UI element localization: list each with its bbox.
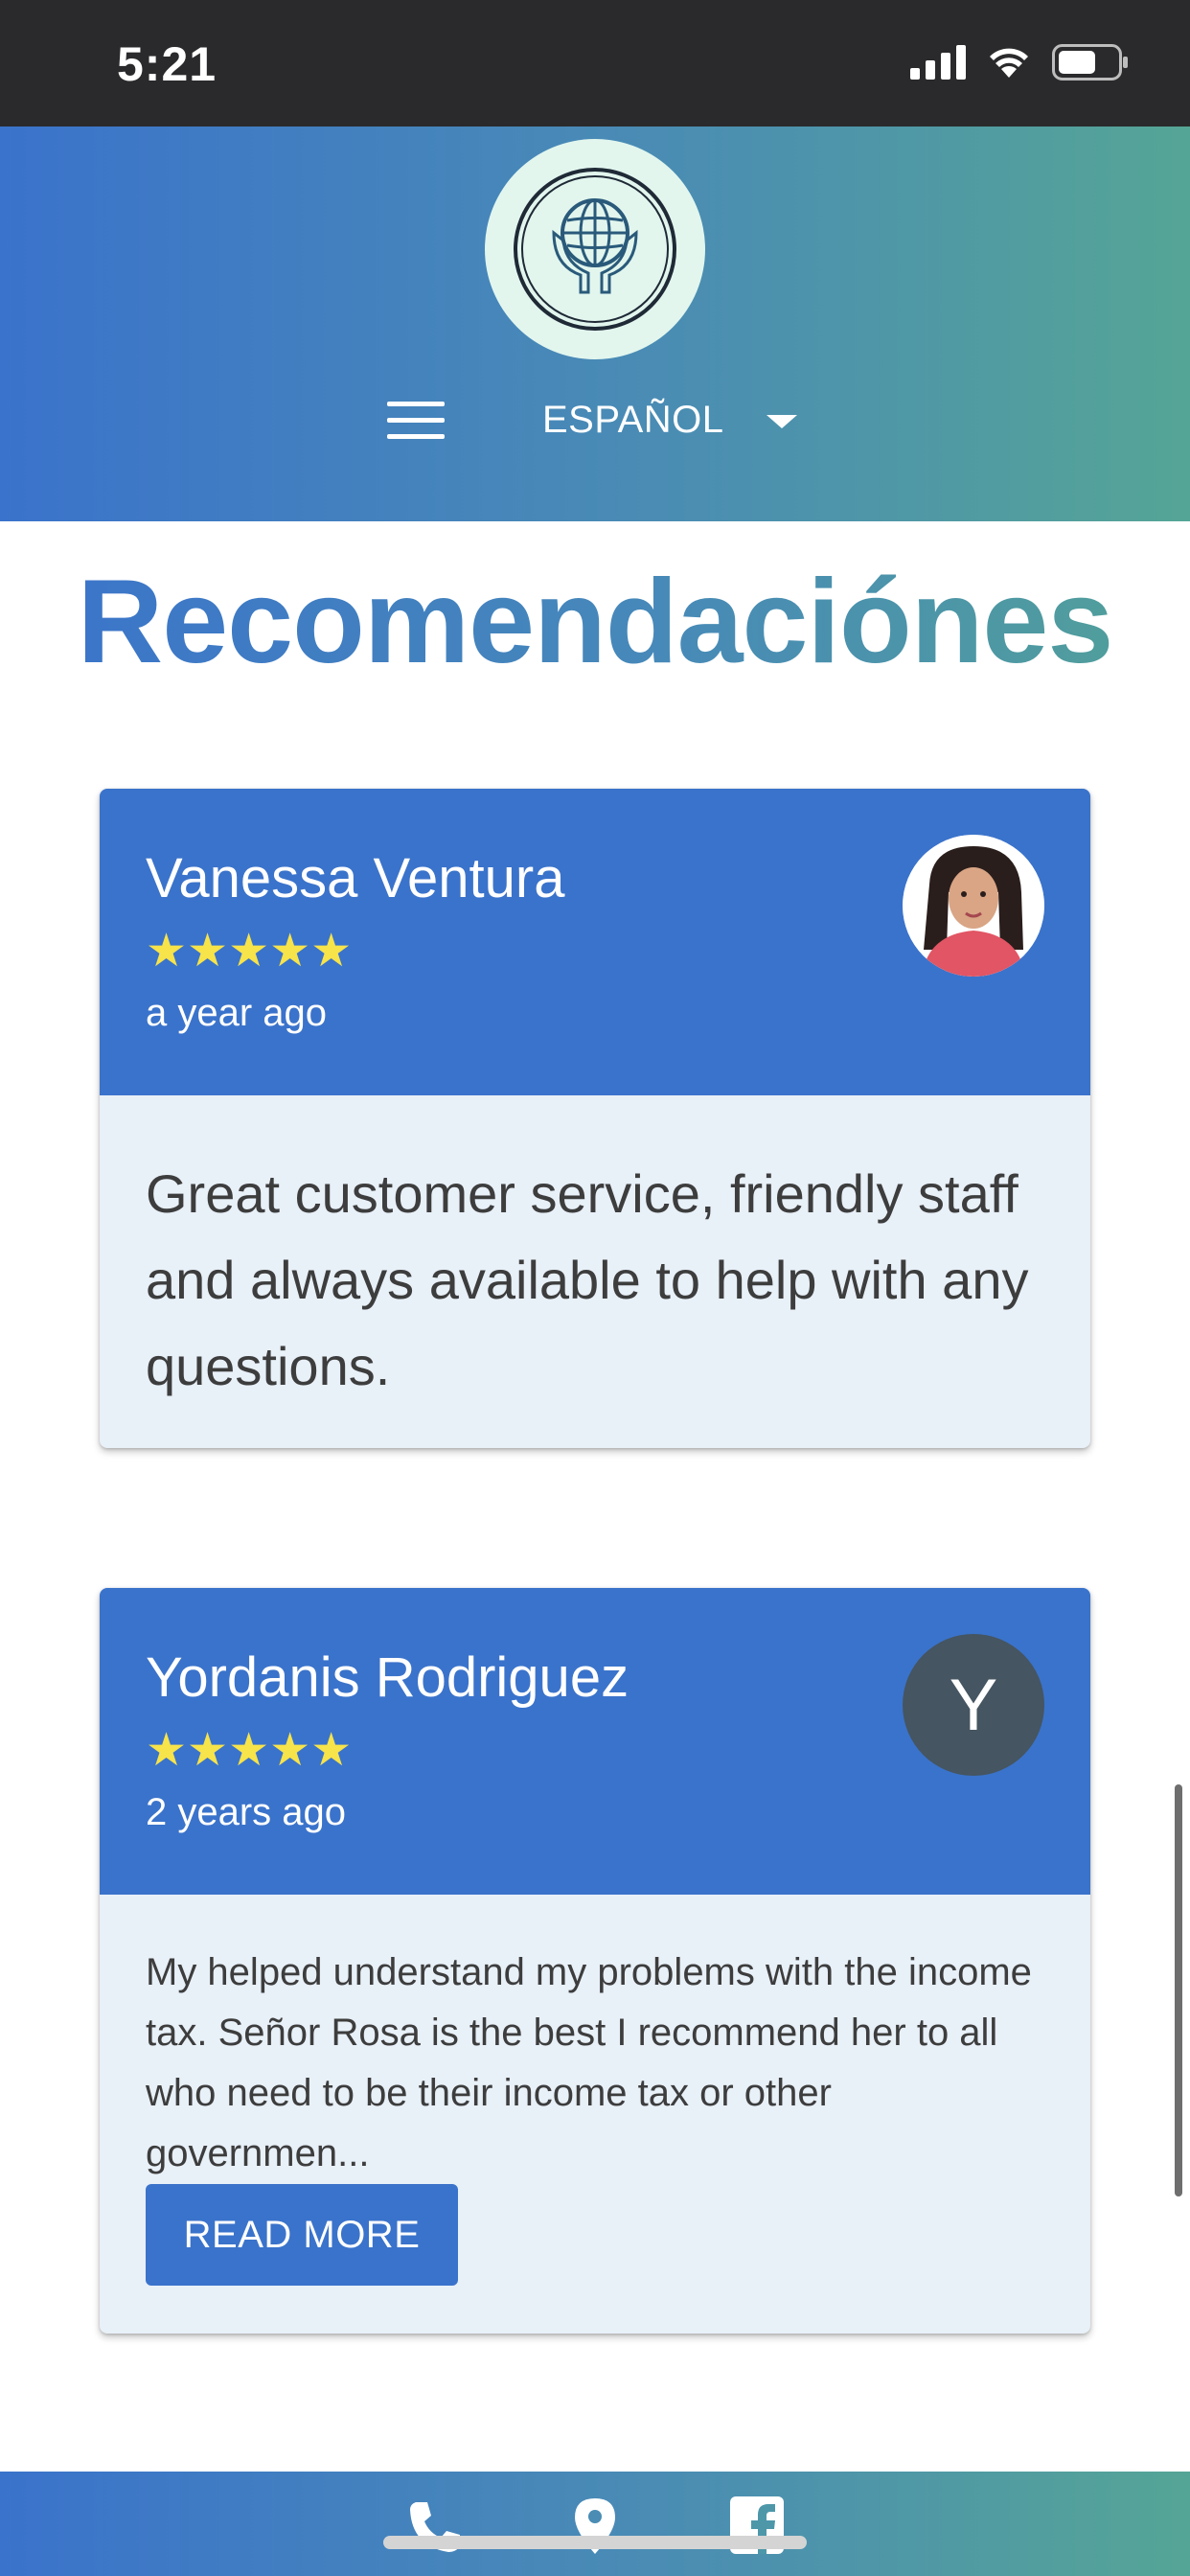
review-date: 2 years ago	[146, 1791, 347, 1833]
review-card: Vanessa Ventura ★★★★★ a year ago Great c…	[100, 789, 1090, 1448]
review-date: a year ago	[146, 992, 328, 1034]
wifi-icon	[990, 48, 1028, 78]
home-indicator[interactable]	[383, 2536, 807, 2549]
logo[interactable]	[485, 139, 705, 359]
star-rating: ★★★★★	[146, 1725, 353, 1776]
review-card: Yordanis Rodriguez ★★★★★ 2 years ago Y M…	[100, 1588, 1090, 2334]
caret-down-icon	[766, 415, 797, 428]
star-rating: ★★★★★	[146, 926, 353, 977]
read-more-button[interactable]: READ MORE	[146, 2184, 458, 2286]
language-label: ESPAÑOL	[542, 398, 724, 441]
review-text: My helped understand my problems with th…	[146, 1951, 1032, 2174]
review-card-header: Yordanis Rodriguez ★★★★★ 2 years ago Y	[100, 1588, 1090, 1895]
review-text: Great customer service, friendly staff a…	[146, 1163, 1029, 1396]
scrollbar[interactable]	[1175, 1784, 1182, 2196]
reviewer-name: Yordanis Rodriguez	[146, 1646, 629, 1709]
status-icons	[910, 44, 1129, 80]
review-card-header: Vanessa Ventura ★★★★★ a year ago	[100, 789, 1090, 1095]
globe-hands-logo-icon	[514, 168, 676, 331]
avatar: Y	[903, 1634, 1044, 1776]
bottom-contact-bar	[0, 2472, 1190, 2576]
site-header: ESPAÑOL	[0, 126, 1190, 521]
status-bar: 5:21	[0, 0, 1190, 126]
language-selector[interactable]: ESPAÑOL	[542, 391, 797, 448]
page-title: Recomendaciónes	[0, 554, 1190, 690]
reviewer-name: Vanessa Ventura	[146, 847, 565, 909]
signal-icon	[910, 45, 966, 80]
avatar	[903, 835, 1044, 977]
profile-photo	[903, 835, 1044, 977]
battery-icon	[1052, 44, 1128, 80]
hamburger-menu-icon[interactable]	[387, 402, 445, 440]
status-time: 5:21	[117, 37, 217, 91]
